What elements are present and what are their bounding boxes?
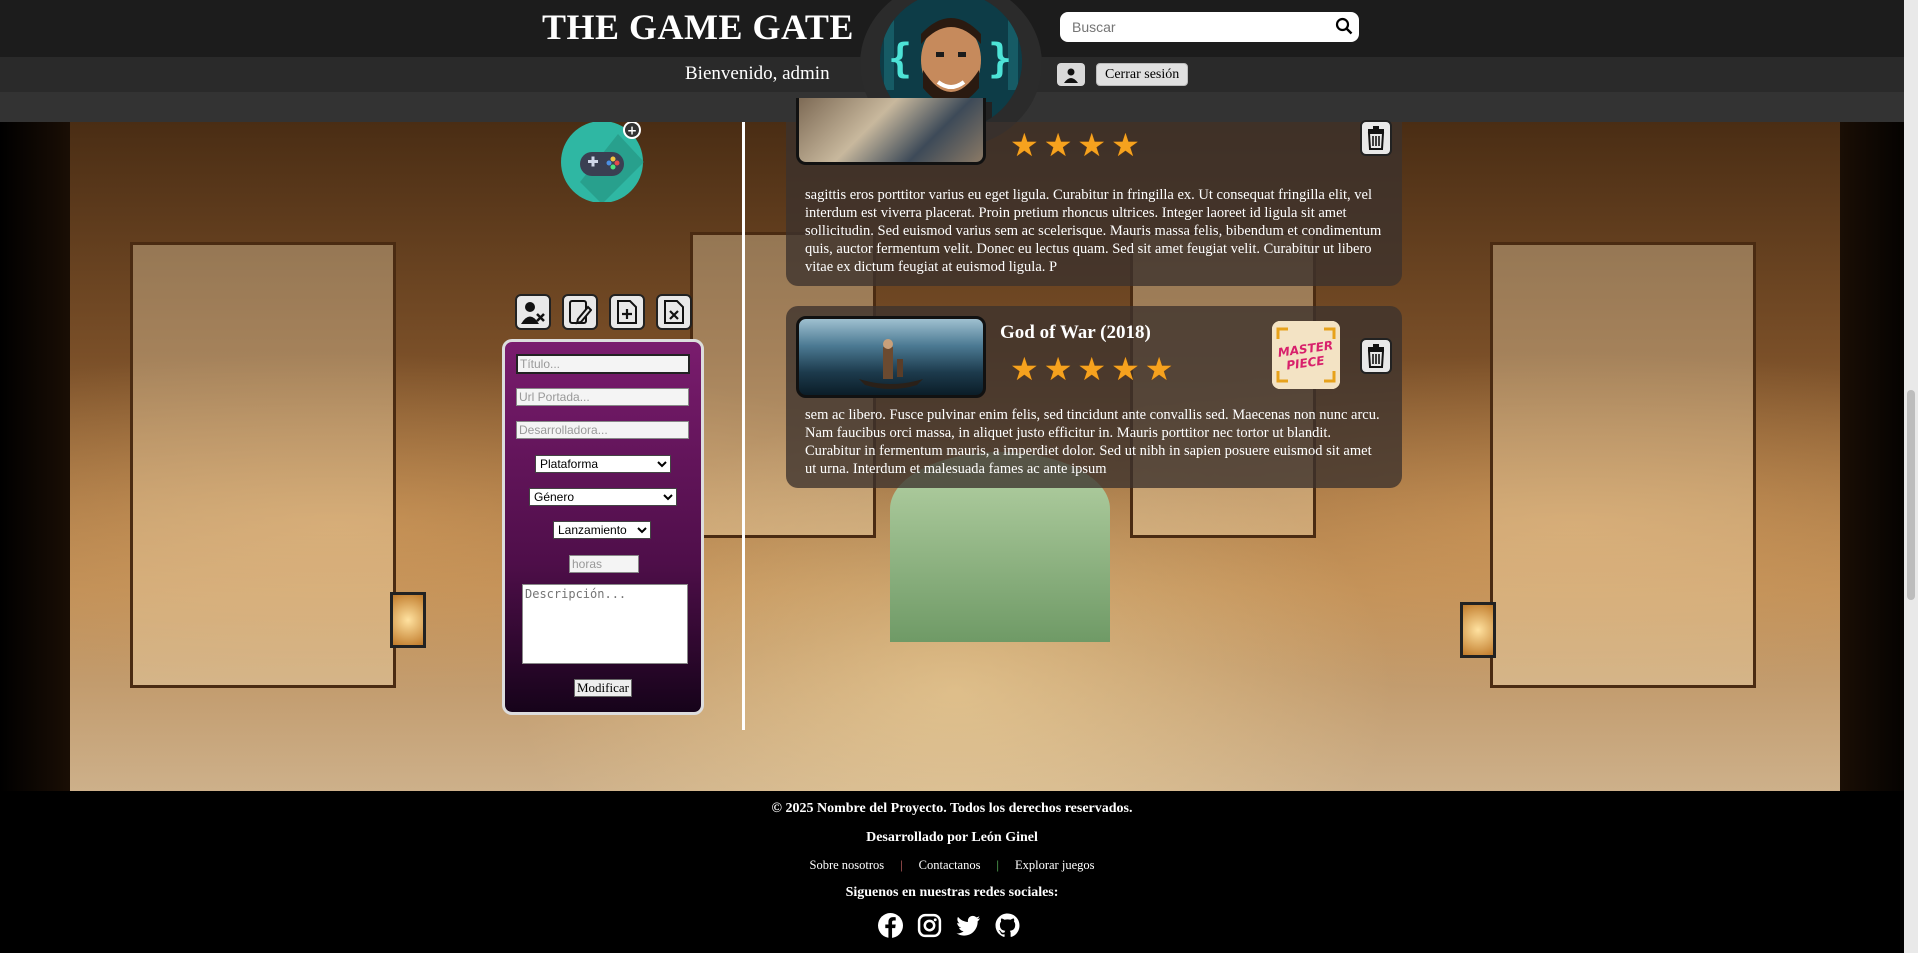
footer-separator: |	[996, 858, 999, 872]
footer-copyright: © 2025 Nombre del Proyecto. Todos los de…	[771, 801, 1133, 816]
star-icon: ★	[1010, 351, 1039, 387]
platform-select[interactable]: Plataforma	[535, 455, 671, 473]
svg-text:}: }	[988, 36, 1012, 82]
hours-field[interactable]	[569, 555, 639, 573]
star-icon: ★	[1010, 127, 1039, 163]
search-input[interactable]	[1070, 12, 1324, 42]
review-text: sem ac libero. Fusce pulvinar enim felis…	[805, 407, 1380, 477]
star-icon: ★	[1077, 127, 1107, 163]
footer-link-about[interactable]: Sobre nosotros	[810, 858, 885, 873]
developer-field[interactable]	[516, 421, 689, 439]
star-icon: ★	[1043, 127, 1073, 163]
edit-icon[interactable]	[562, 294, 598, 330]
review-card: God of War (2018) ★ ★ ★ ★ ★ MASTER PIECE…	[786, 306, 1402, 488]
trash-icon[interactable]	[1360, 120, 1392, 156]
game-form: Plataforma Género Lanzamiento Modificar	[502, 339, 704, 715]
footer: © 2025 Nombre del Proyecto. Todos los de…	[0, 791, 1918, 953]
footer-links: Sobre nosotros | Contactanos | Explorar …	[0, 858, 1904, 873]
review-card: ★ ★ ★ ★ sagittis eros porttitor varius e…	[786, 98, 1402, 286]
add-game-button[interactable]: +	[560, 121, 644, 204]
star-icon: ★	[1043, 351, 1073, 387]
scrollbar-thumb[interactable]	[1907, 390, 1915, 600]
remove-user-icon[interactable]	[515, 294, 551, 330]
social-links	[878, 913, 1020, 938]
svg-text:{: {	[888, 36, 912, 82]
welcome-text: Bienvenido, admin	[685, 63, 830, 84]
site-title[interactable]: THE GAME GATE	[542, 6, 854, 48]
rating-stars: ★ ★ ★ ★	[1010, 127, 1140, 163]
search-bar[interactable]	[1060, 12, 1359, 42]
footer-developer: Desarrollado por León Ginel	[866, 830, 1038, 845]
star-icon: ★	[1111, 351, 1140, 387]
game-title[interactable]: God of War (2018)	[1000, 322, 1151, 344]
title-field[interactable]	[516, 354, 690, 374]
cover-url-field[interactable]	[516, 388, 689, 406]
svg-text:+: +	[627, 124, 637, 138]
github-icon[interactable]	[995, 913, 1020, 938]
game-cover[interactable]	[796, 98, 986, 165]
logout-button[interactable]: Cerrar sesión	[1096, 63, 1189, 86]
delete-file-icon[interactable]	[656, 294, 692, 330]
star-icon: ★	[1111, 127, 1140, 163]
release-select[interactable]: Lanzamiento	[553, 521, 651, 539]
masterpiece-badge: MASTER PIECE	[1272, 321, 1340, 389]
footer-link-contact[interactable]: Contactanos	[919, 858, 981, 873]
star-icon: ★	[1144, 351, 1174, 387]
modify-button[interactable]: Modificar	[574, 679, 632, 697]
footer-separator: |	[900, 858, 903, 872]
facebook-icon[interactable]	[878, 913, 903, 938]
genre-select[interactable]: Género	[529, 488, 677, 506]
user-icon[interactable]	[1057, 63, 1085, 86]
star-icon: ★	[1077, 351, 1107, 387]
background-edge-left	[0, 122, 70, 791]
rating-stars: ★ ★ ★ ★ ★	[1010, 351, 1174, 387]
vertical-divider	[742, 122, 745, 730]
footer-link-explore[interactable]: Explorar juegos	[1015, 858, 1095, 873]
twitter-icon[interactable]	[956, 913, 981, 938]
trash-icon[interactable]	[1360, 338, 1392, 374]
game-cover[interactable]	[796, 316, 986, 398]
description-field[interactable]	[522, 584, 688, 664]
footer-social-title: Siguenos en nuestras redes sociales:	[845, 885, 1059, 900]
review-text: sagittis eros porttitor varius eu eget l…	[805, 187, 1382, 275]
search-icon[interactable]	[1335, 17, 1353, 40]
instagram-icon[interactable]	[917, 913, 942, 938]
add-file-icon[interactable]	[609, 294, 645, 330]
